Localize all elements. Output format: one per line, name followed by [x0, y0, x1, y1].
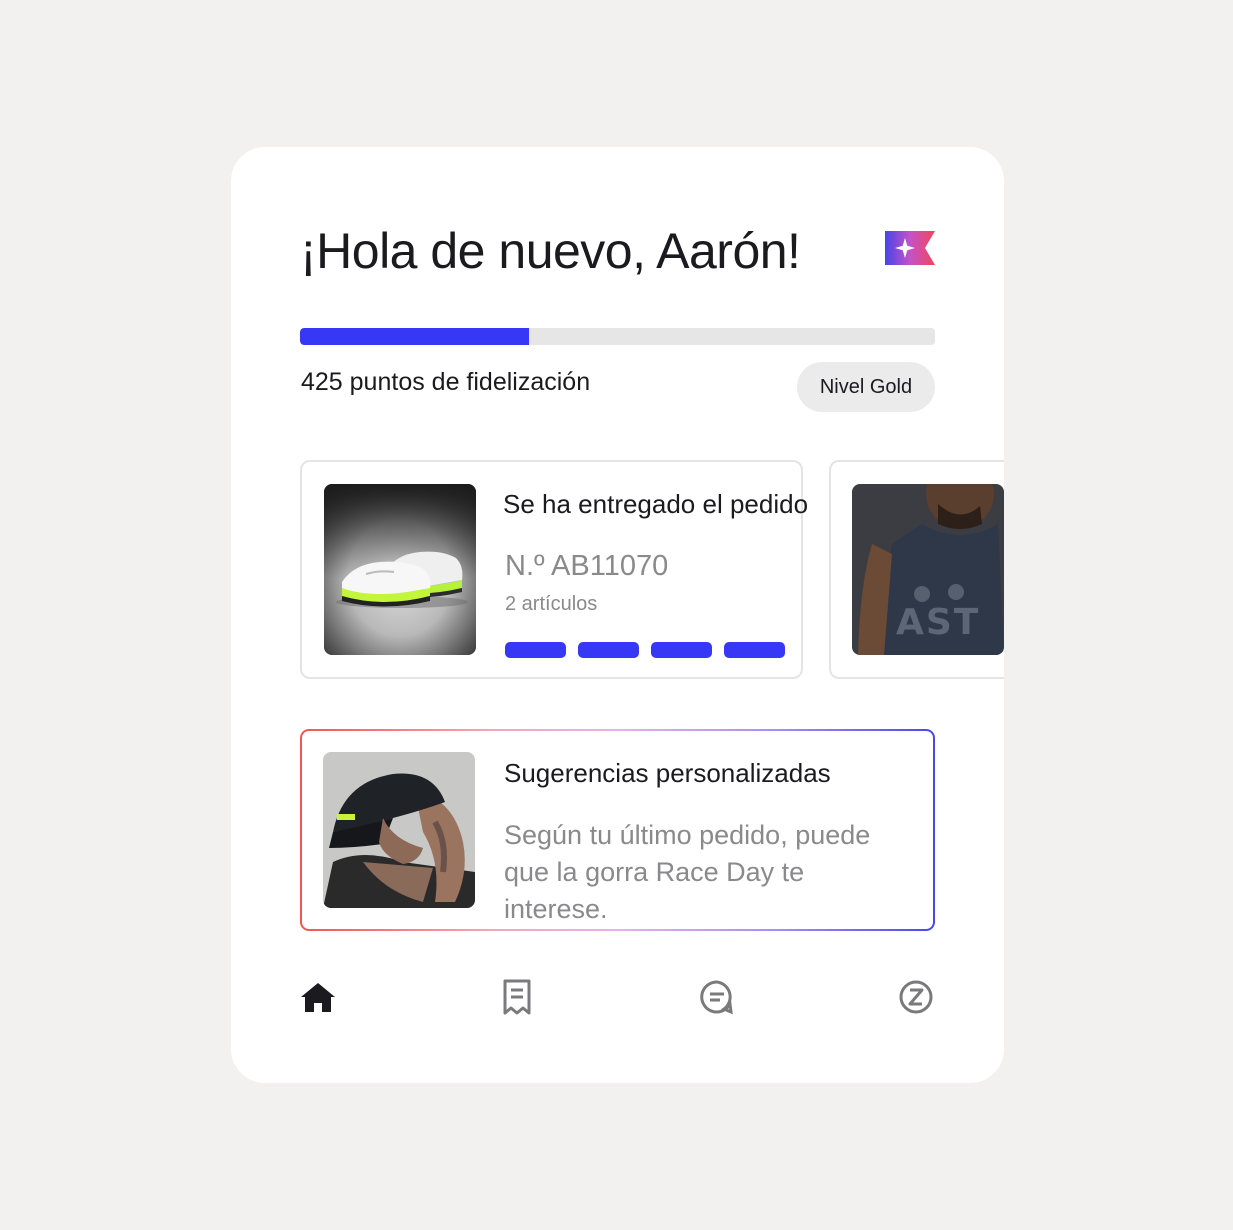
running-shoe-photo [324, 484, 476, 655]
suggestion-title: Sugerencias personalizadas [504, 758, 831, 788]
order-step-3 [651, 642, 712, 658]
home-icon [301, 983, 335, 1012]
nav-profile[interactable] [896, 977, 936, 1017]
athlete-shirt-photo: AST [852, 484, 1004, 655]
loyalty-progress-bar [300, 328, 935, 345]
order-item-count: 2 artículos [505, 593, 598, 615]
man-with-cap-photo [323, 752, 475, 908]
nav-orders[interactable] [497, 977, 537, 1017]
tier-badge[interactable]: Nivel Gold [797, 362, 935, 412]
order-step-4 [724, 642, 785, 658]
profile-z-icon [899, 980, 933, 1014]
nav-chat[interactable] [697, 977, 737, 1017]
suggestion-body: Según tu último pedido, puede que la gor… [504, 820, 871, 924]
svg-text:AST: AST [896, 602, 980, 643]
order-progress-steps [505, 642, 785, 658]
order-status-title: Se ha entregado el pedido [503, 489, 809, 519]
greeting-title: ¡Hola de nuevo, Aarón! [300, 223, 801, 279]
chat-icon [700, 980, 733, 1015]
nav-home[interactable] [298, 977, 338, 1017]
loyalty-progress-fill [300, 328, 529, 345]
sparkle-flag-icon [885, 231, 935, 265]
home-card: ¡Hola de nuevo, Aarón! 425 puntos de fid… [231, 147, 1004, 1083]
receipt-icon [503, 979, 531, 1015]
loyalty-points-text: 425 puntos de fidelización [301, 368, 591, 396]
order-step-1 [505, 642, 566, 658]
order-number: N.º AB11070 [505, 550, 669, 582]
suggestion-card[interactable]: Sugerencias personalizadas Según tu últi… [300, 729, 935, 931]
order-status-card-next[interactable]: AST [829, 460, 1004, 679]
order-step-2 [578, 642, 639, 658]
